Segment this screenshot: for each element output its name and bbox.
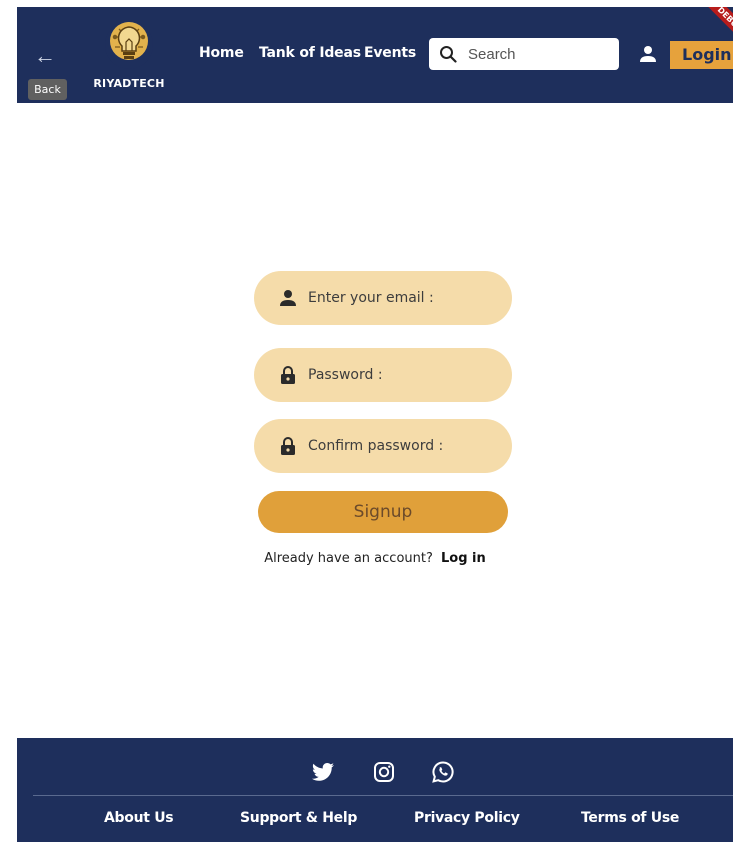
app-window: ← Back RIYADTECH Home Tank of Ideas Even… xyxy=(17,7,733,842)
lightbulb-logo-icon xyxy=(105,21,153,69)
lock-icon xyxy=(281,437,295,455)
person-icon[interactable] xyxy=(640,45,656,63)
footer-link-about-us[interactable]: About Us xyxy=(104,810,174,826)
lock-icon xyxy=(281,366,295,384)
confirm-password-field[interactable] xyxy=(254,419,512,473)
top-app-bar: ← Back RIYADTECH Home Tank of Ideas Even… xyxy=(17,7,733,103)
nav-events[interactable]: Events xyxy=(364,45,416,61)
search-bar[interactable] xyxy=(429,38,619,70)
search-input[interactable] xyxy=(466,44,610,64)
password-input[interactable] xyxy=(306,366,500,384)
brand-logo[interactable]: RIYADTECH xyxy=(89,17,169,97)
footer-link-privacy-policy[interactable]: Privacy Policy xyxy=(414,810,520,826)
signup-button[interactable]: Signup xyxy=(258,491,508,533)
confirm-password-input[interactable] xyxy=(306,437,500,455)
twitter-icon[interactable] xyxy=(311,760,335,784)
search-icon xyxy=(440,46,457,63)
whatsapp-icon[interactable] xyxy=(431,760,455,784)
nav-tank-of-ideas[interactable]: Tank of Ideas xyxy=(259,45,361,61)
person-icon xyxy=(280,290,296,306)
email-field[interactable] xyxy=(254,271,512,325)
footer: About Us Support & Help Privacy Policy T… xyxy=(17,738,733,842)
footer-link-support-help[interactable]: Support & Help xyxy=(240,810,357,826)
footer-link-terms-of-use[interactable]: Terms of Use xyxy=(581,810,679,826)
login-button[interactable]: Login xyxy=(670,41,733,69)
login-prompt: Already have an account? Log in xyxy=(17,551,733,566)
email-input[interactable] xyxy=(306,289,500,307)
back-tooltip: Back xyxy=(28,79,67,100)
footer-divider xyxy=(33,795,733,796)
account-prompt-text: Already have an account? xyxy=(264,551,433,566)
password-field[interactable] xyxy=(254,348,512,402)
brand-name: RIYADTECH xyxy=(93,77,165,90)
nav-home[interactable]: Home xyxy=(199,45,244,61)
back-arrow-icon[interactable]: ← xyxy=(33,45,57,69)
instagram-icon[interactable] xyxy=(372,760,396,784)
login-link[interactable]: Log in xyxy=(441,551,486,566)
